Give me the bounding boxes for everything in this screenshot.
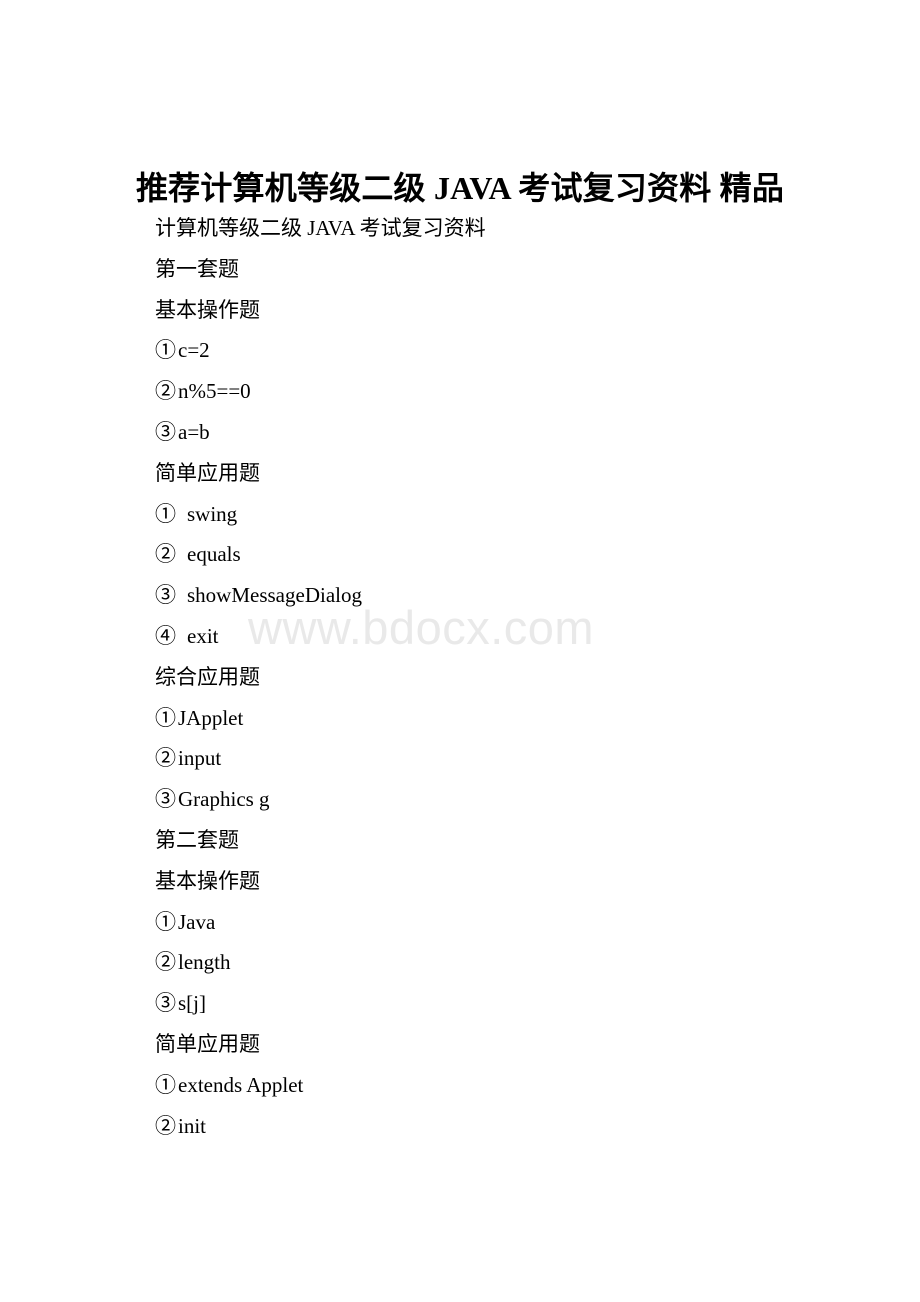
answer-text: swing bbox=[187, 501, 238, 526]
circled-number-icon: ① bbox=[155, 909, 176, 934]
answer-text: s[j] bbox=[178, 991, 206, 1016]
section-heading: 第二套题 bbox=[155, 827, 239, 852]
answer-item: ①extends Applet bbox=[155, 1065, 855, 1106]
section-heading: 综合应用题 bbox=[155, 664, 260, 689]
answer-item: ③Graphics g bbox=[155, 779, 855, 820]
answer-item: ② equals bbox=[155, 534, 855, 575]
section-heading: 第一套题 bbox=[155, 256, 239, 281]
answer-text: exit bbox=[187, 623, 219, 648]
section-heading: 简单应用题 bbox=[155, 460, 260, 485]
answer-item: ③ showMessageDialog bbox=[155, 575, 855, 616]
circled-number-icon: ② bbox=[155, 379, 176, 404]
circled-number-icon: ③ bbox=[155, 991, 176, 1016]
answer-text: length bbox=[178, 950, 231, 975]
circled-number-icon: ① bbox=[155, 501, 176, 526]
circled-number-icon: ① bbox=[155, 338, 176, 363]
section-heading: 简单应用题 bbox=[155, 1031, 260, 1056]
document-page: www.bdocx.com 推荐计算机等级二级 JAVA 考试复习资料 精品 计… bbox=[0, 0, 920, 1302]
answer-text: Graphics g bbox=[178, 787, 270, 812]
answer-item: ③s[j] bbox=[155, 983, 855, 1024]
answer-text: JApplet bbox=[178, 705, 244, 730]
answer-item: ①Java bbox=[155, 902, 855, 943]
circled-number-icon: ② bbox=[155, 1113, 176, 1138]
answer-item: ④ exit bbox=[155, 616, 855, 657]
circled-number-icon: ② bbox=[155, 542, 176, 567]
section-heading: 计算机等级二级 JAVA 考试复习资料 bbox=[155, 216, 486, 240]
section-heading: 基本操作题 bbox=[155, 868, 260, 893]
answer-text: n%5==0 bbox=[178, 379, 251, 404]
answer-text: init bbox=[178, 1113, 207, 1138]
document-body: 计算机等级二级 JAVA 考试复习资料 第一套题 基本操作题 ①c=2 ②n%5==0 ③… bbox=[155, 208, 855, 1146]
circled-number-icon: ② bbox=[155, 950, 176, 975]
answer-text: extends Applet bbox=[178, 1072, 304, 1097]
answer-text: Java bbox=[178, 909, 216, 934]
answer-item: ②init bbox=[155, 1106, 855, 1147]
answer-item: ①JApplet bbox=[155, 698, 855, 739]
page-title: 推荐计算机等级二级 JAVA 考试复习资料 精品 bbox=[135, 170, 785, 207]
circled-number-icon: ① bbox=[155, 705, 176, 730]
answer-item: ②n%5==0 bbox=[155, 371, 855, 412]
answer-text: equals bbox=[187, 542, 241, 567]
answer-text: showMessageDialog bbox=[187, 583, 362, 608]
answer-item: ③a=b bbox=[155, 412, 855, 453]
circled-number-icon: ③ bbox=[155, 419, 176, 444]
answer-text: c=2 bbox=[178, 338, 210, 363]
answer-item: ① swing bbox=[155, 494, 855, 535]
answer-item: ②length bbox=[155, 942, 855, 983]
section-heading: 基本操作题 bbox=[155, 297, 260, 322]
answer-item: ②input bbox=[155, 738, 855, 779]
answer-item: ①c=2 bbox=[155, 330, 855, 371]
answer-text: input bbox=[178, 746, 222, 771]
circled-number-icon: ④ bbox=[155, 623, 176, 648]
circled-number-icon: ② bbox=[155, 746, 176, 771]
circled-number-icon: ③ bbox=[155, 787, 176, 812]
circled-number-icon: ① bbox=[155, 1072, 176, 1097]
circled-number-icon: ③ bbox=[155, 583, 176, 608]
answer-text: a=b bbox=[178, 419, 210, 444]
